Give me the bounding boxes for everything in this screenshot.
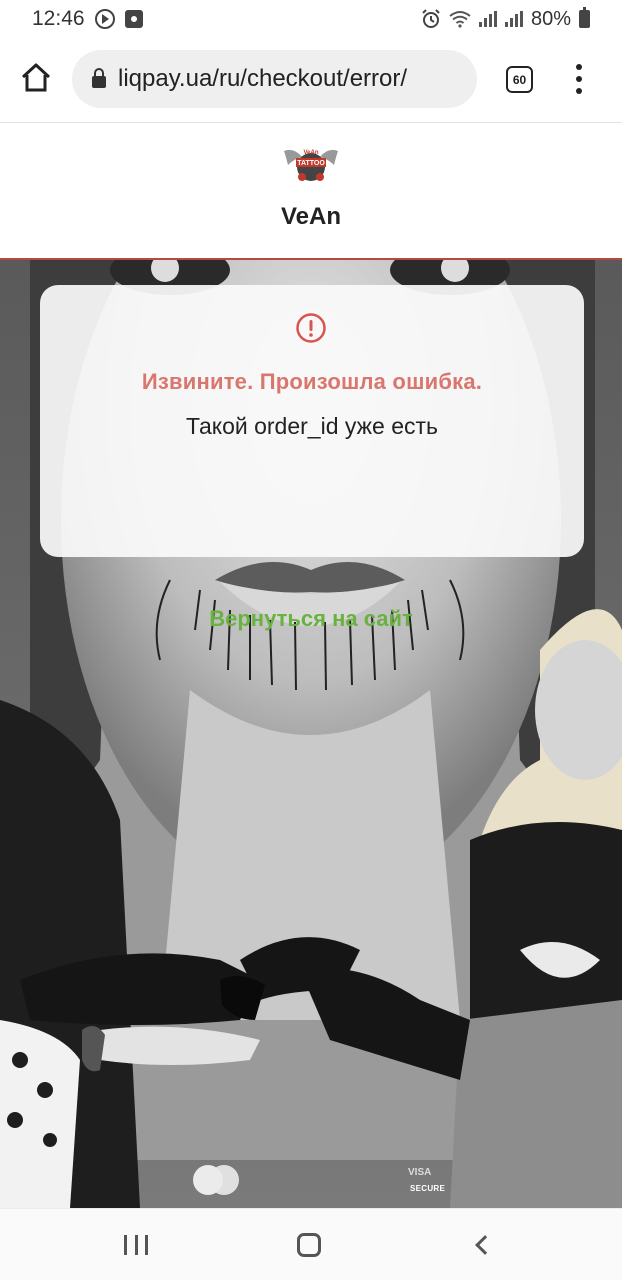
- signal-icon: [478, 11, 497, 27]
- logo-text-tattoo: TATTOO: [297, 160, 325, 167]
- merchant-name: VeAn: [280, 203, 342, 230]
- lock-icon: [92, 68, 106, 88]
- home-icon[interactable]: [20, 62, 52, 94]
- merchant-logo: VeAn TATTOO: [284, 149, 338, 181]
- tab-switcher-button[interactable]: 60: [506, 66, 533, 93]
- error-exclamation-icon: [296, 313, 326, 343]
- back-icon[interactable]: [475, 1235, 495, 1255]
- alarm-icon: [422, 9, 440, 28]
- home-nav-icon[interactable]: [297, 1233, 321, 1257]
- visa-icon: VISA: [408, 1167, 432, 1178]
- merchant-header: VeAn TATTOO VeAn: [0, 123, 622, 259]
- status-bar: 12:46 80%: [0, 0, 622, 38]
- play-icon: [94, 9, 115, 29]
- error-title: Извините. Произошла ошибка.: [141, 369, 483, 394]
- status-time: 12:46: [32, 7, 85, 30]
- menu-icon[interactable]: [572, 64, 586, 94]
- signal-icon-2: [504, 11, 523, 27]
- logo-text-vean: VeAn: [303, 150, 318, 156]
- url-text[interactable]: liqpay.ua/ru/checkout/error/: [118, 65, 407, 93]
- system-nav-bar: [0, 1208, 622, 1280]
- browser-toolbar: liqpay.ua/ru/checkout/error/ 60: [0, 44, 622, 114]
- battery-icon: [579, 7, 590, 28]
- mastercard-icon: [193, 1165, 241, 1195]
- secure-label: SECURE: [410, 1184, 446, 1193]
- address-bar[interactable]: liqpay.ua/ru/checkout/error/: [72, 50, 477, 108]
- error-message: Такой order_id уже есть: [185, 413, 439, 439]
- image-icon: [124, 10, 143, 28]
- back-to-site-link[interactable]: Вернуться на сайт: [0, 606, 622, 632]
- payment-logos: VISA SECURE: [0, 1160, 622, 1200]
- recent-apps-icon[interactable]: [124, 1235, 148, 1255]
- battery-percent: 80%: [530, 7, 571, 30]
- wifi-icon: [449, 11, 471, 28]
- error-card: Извините. Произошла ошибка. Такой order_…: [40, 285, 584, 557]
